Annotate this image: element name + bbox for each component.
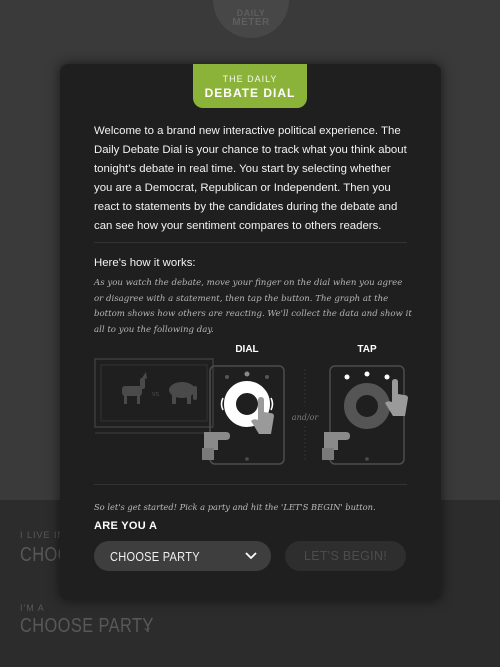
get-started-text: So let's get started! Pick a party and h… [94, 502, 376, 512]
intro-paragraph: Welcome to a brand new interactive polit… [94, 125, 407, 232]
vs-label: vs [152, 391, 160, 398]
are-you-label: ARE YOU A [94, 520, 158, 532]
divider [94, 484, 407, 485]
live-in-label: I LIVE IN [20, 530, 66, 540]
meter-label-2: METER [232, 17, 270, 28]
tap-label: TAP [357, 344, 377, 355]
how-it-works-illustration: vs DIAL and/or TAP [94, 344, 408, 465]
badge-title-top: THE DAILY [222, 74, 278, 84]
badge-title-bottom: DEBATE DIAL [204, 86, 296, 100]
party-select-label: CHOOSE PARTY [110, 549, 200, 564]
dial-tablet-icon [202, 365, 285, 465]
chevron-down-icon [245, 552, 257, 560]
how-it-works-heading: Here's how it works: [94, 257, 196, 269]
party-bg-label: I'M A [20, 603, 45, 613]
elephant-icon [169, 382, 197, 404]
meter-circle: DAILY METER [213, 0, 289, 38]
tap-tablet-icon [322, 365, 408, 465]
party-select[interactable]: CHOOSE PARTY [94, 541, 271, 571]
lets-begin-button[interactable]: LET'S BEGIN! [285, 541, 406, 571]
debate-dial-badge: THE DAILY DEBATE DIAL [193, 64, 307, 108]
dial-label: DIAL [235, 344, 258, 355]
chevron-down-icon: ⌄ [142, 620, 153, 634]
how-it-works-text: As you watch the debate, move your finge… [94, 278, 412, 335]
divider [94, 242, 407, 243]
lets-begin-label: LET'S BEGIN! [303, 549, 388, 563]
andor-label: and/or [292, 413, 320, 422]
intro-modal: THE DAILY DEBATE DIAL Welcome to a brand… [60, 64, 441, 600]
party-bg-value[interactable]: CHOOSE PARTY [20, 615, 154, 638]
donkey-icon [122, 372, 147, 404]
